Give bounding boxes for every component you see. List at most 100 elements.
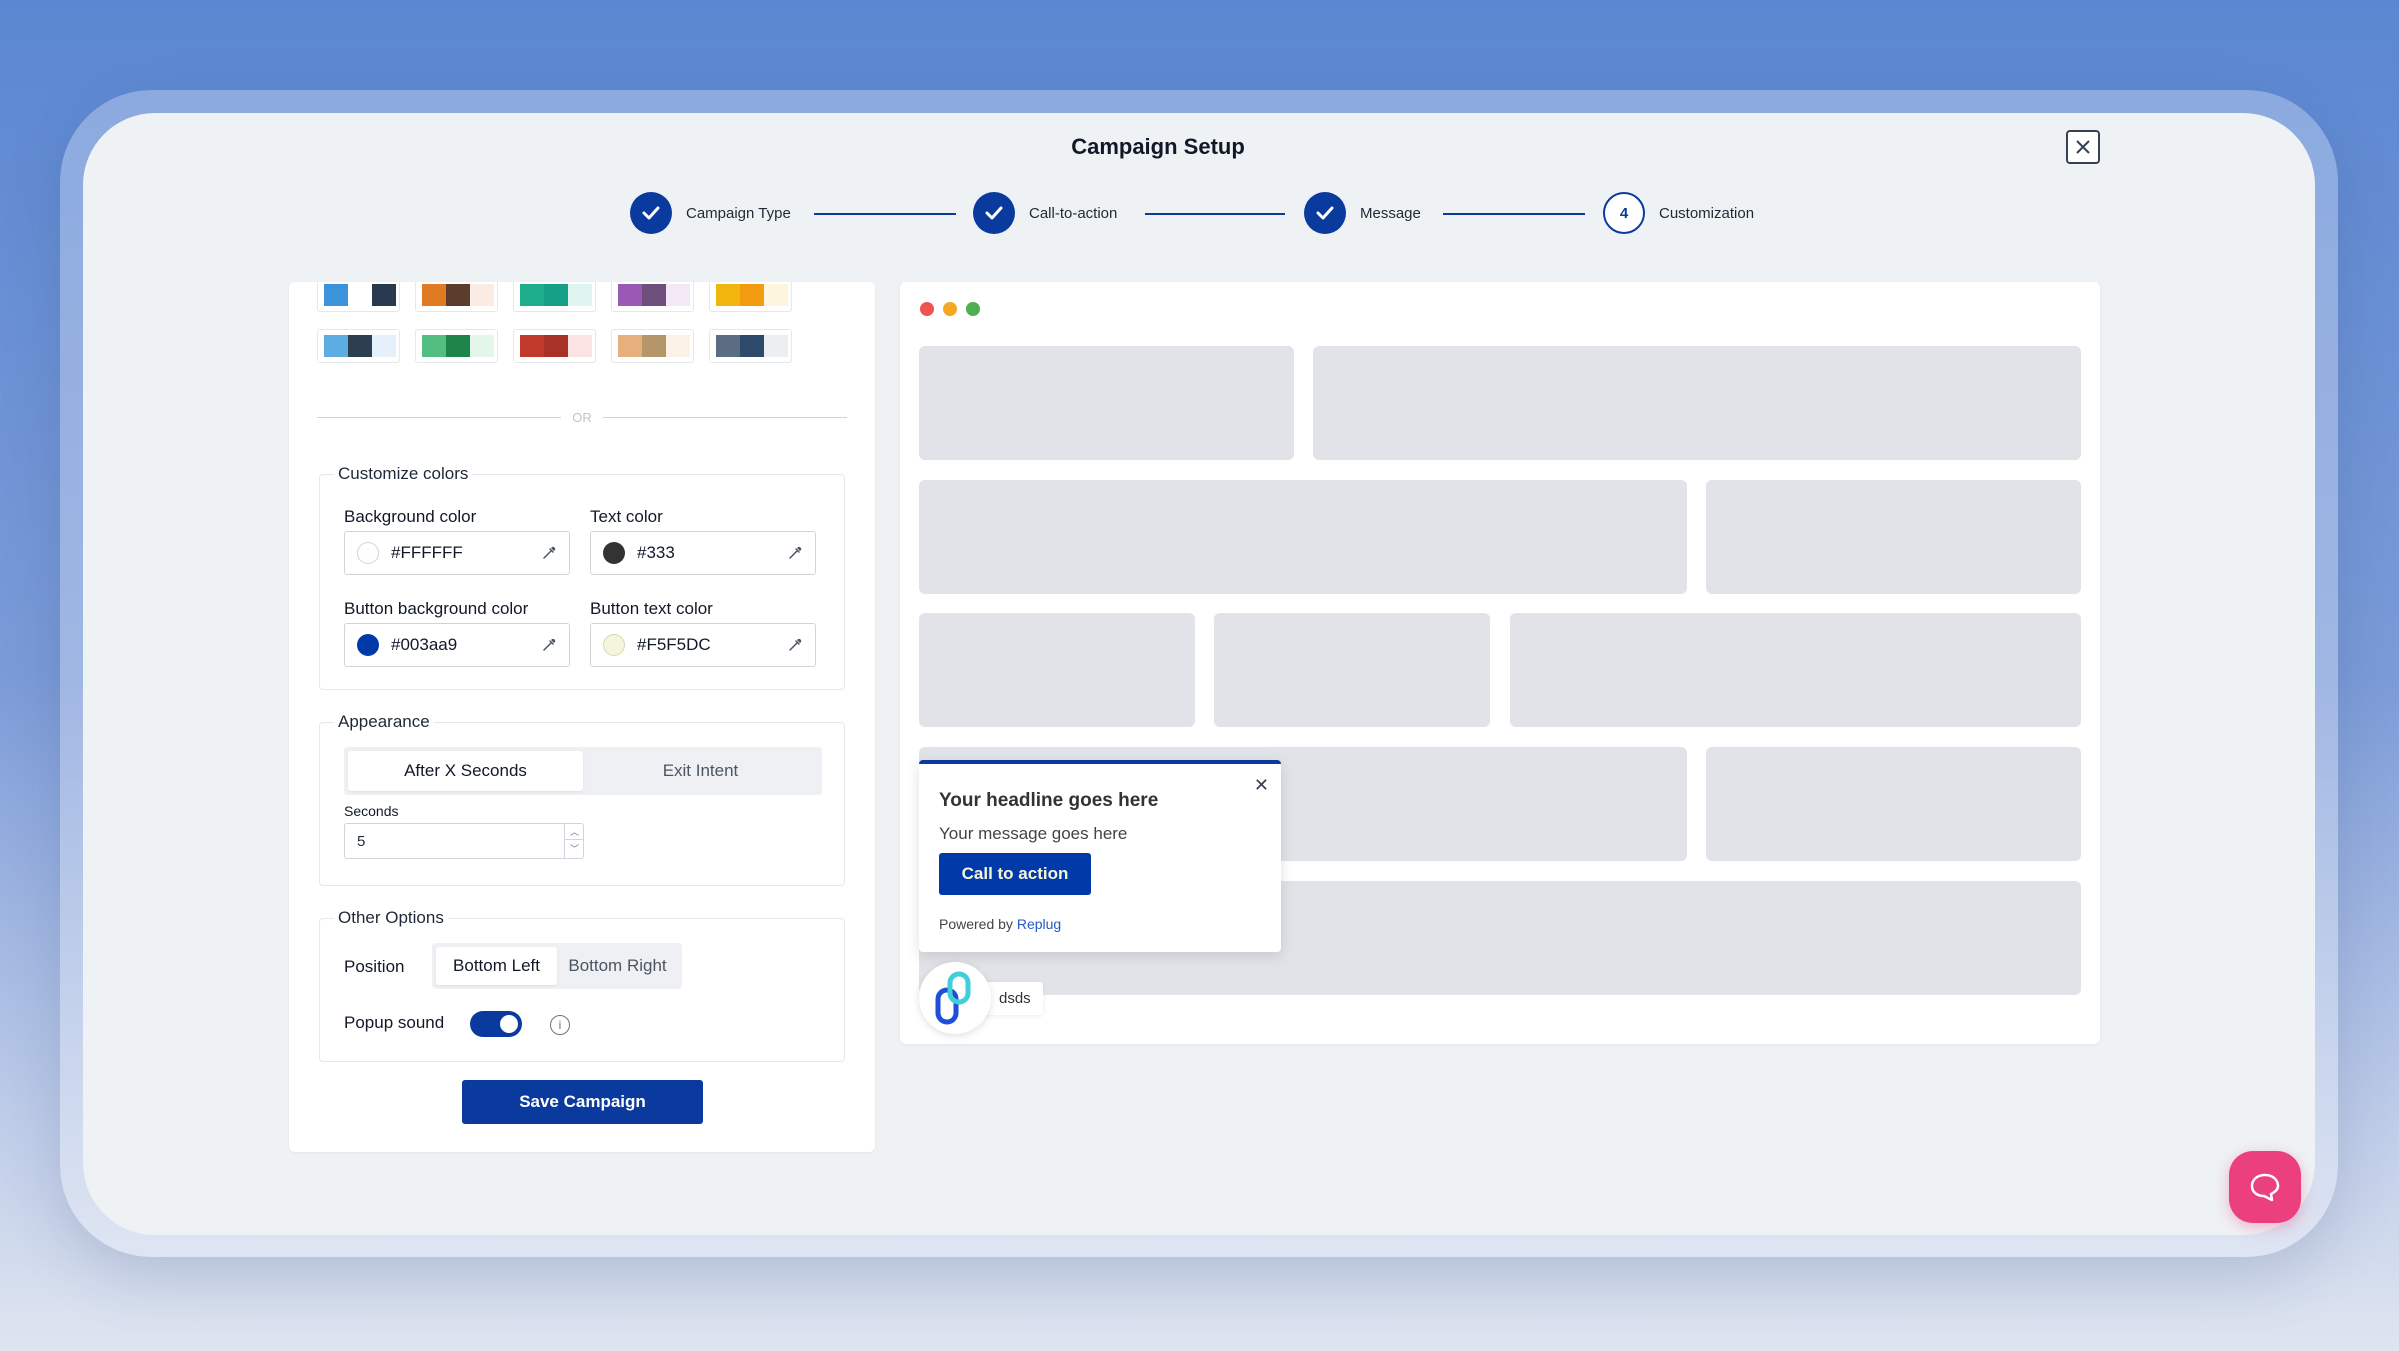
text-color-value: #333 <box>637 543 675 562</box>
placeholder-block <box>919 613 1195 727</box>
theme-swatch[interactable] <box>317 329 400 363</box>
popup-preview: ✕ Your headline goes here Your message g… <box>919 760 1281 952</box>
swatch-color <box>764 335 788 357</box>
divider-line <box>603 417 847 418</box>
theme-swatch[interactable] <box>709 329 792 363</box>
replug-logo-icon <box>935 971 971 1025</box>
position-bottom-right[interactable]: Bottom Right <box>557 947 678 985</box>
swatch-color <box>470 284 494 306</box>
swatch-color <box>348 335 372 357</box>
position-bottom-left[interactable]: Bottom Left <box>436 947 557 985</box>
tab-after-x-seconds[interactable]: After X Seconds <box>348 751 583 791</box>
tab-exit-intent[interactable]: Exit Intent <box>583 751 818 791</box>
popup-message: Your message goes here <box>939 824 1128 843</box>
theme-swatch[interactable] <box>513 282 596 312</box>
info-icon[interactable]: i <box>550 1015 570 1035</box>
seconds-input[interactable]: 5 ︿ ﹀ <box>344 823 584 859</box>
color-swatch <box>603 542 625 564</box>
chevron-up-icon[interactable]: ︿ <box>565 823 584 840</box>
swatch-color <box>642 284 666 306</box>
eyedropper-icon[interactable] <box>541 545 557 561</box>
color-swatch <box>603 634 625 656</box>
avatar-name: dsds <box>983 981 1043 1015</box>
chevron-down-icon[interactable]: ﹀ <box>565 840 584 857</box>
step-message[interactable]: Message <box>1304 192 1421 234</box>
theme-swatch[interactable] <box>415 329 498 363</box>
replug-link[interactable]: Replug <box>1017 916 1061 932</box>
step-connector <box>814 213 956 215</box>
button-background-color-value: #003aa9 <box>391 635 458 654</box>
color-swatch <box>357 634 379 656</box>
theme-row <box>317 282 792 312</box>
swatch-color <box>348 284 372 306</box>
chat-support-button[interactable] <box>2229 1151 2301 1223</box>
check-icon <box>630 192 672 234</box>
placeholder-block <box>1214 613 1490 727</box>
step-label: Message <box>1360 204 1421 222</box>
swatch-color <box>666 335 690 357</box>
background-color-value: #FFFFFF <box>391 543 463 562</box>
placeholder-block <box>1706 747 2081 861</box>
window-dot-yellow <box>943 302 957 316</box>
save-campaign-button[interactable]: Save Campaign <box>462 1080 703 1124</box>
swatch-color <box>716 335 740 357</box>
swatch-color <box>568 335 592 357</box>
avatar <box>919 962 991 1034</box>
seconds-value: 5 <box>357 832 366 850</box>
customization-panel: OR Customize colors Background color #FF… <box>289 282 875 1152</box>
swatch-color <box>568 284 592 306</box>
swatch-color <box>618 335 642 357</box>
popup-sound-label: Popup sound <box>344 1013 445 1032</box>
swatch-color <box>740 284 764 306</box>
background-color-field[interactable]: #FFFFFF <box>344 531 570 575</box>
close-icon[interactable]: ✕ <box>1254 776 1269 794</box>
close-button[interactable] <box>2066 130 2100 164</box>
position-toggle: Bottom Left Bottom Right <box>432 943 682 989</box>
button-text-color-field[interactable]: #F5F5DC <box>590 623 816 667</box>
eyedropper-icon[interactable] <box>787 545 803 561</box>
theme-swatch[interactable] <box>611 282 694 312</box>
button-text-color-value: #F5F5DC <box>637 635 711 654</box>
button-background-color-field[interactable]: #003aa9 <box>344 623 570 667</box>
chat-icon <box>2250 1173 2280 1202</box>
swatch-color <box>372 335 396 357</box>
or-divider: OR <box>317 407 847 427</box>
swatch-color <box>544 335 568 357</box>
position-label: Position <box>344 957 405 976</box>
swatch-color <box>422 284 446 306</box>
step-customization[interactable]: 4 Customization <box>1603 192 1754 234</box>
window-controls <box>920 302 980 316</box>
theme-swatch[interactable] <box>513 329 596 363</box>
placeholder-block <box>1510 613 2081 727</box>
seconds-stepper[interactable]: ︿ ﹀ <box>564 823 584 859</box>
step-call-to-action[interactable]: Call-to-action <box>973 192 1117 234</box>
theme-swatch[interactable] <box>709 282 792 312</box>
swatch-color <box>716 284 740 306</box>
eyedropper-icon[interactable] <box>787 637 803 653</box>
popup-sound-toggle[interactable] <box>470 1011 522 1037</box>
window-dot-red <box>920 302 934 316</box>
theme-row <box>317 329 792 363</box>
swatch-color <box>446 284 470 306</box>
theme-swatch[interactable] <box>415 282 498 312</box>
button-background-color-label: Button background color <box>344 599 529 618</box>
step-number: 4 <box>1603 192 1645 234</box>
step-label: Customization <box>1659 204 1755 222</box>
seconds-label: Seconds <box>344 803 399 819</box>
text-color-field[interactable]: #333 <box>590 531 816 575</box>
popup-cta-button[interactable]: Call to action <box>939 853 1091 895</box>
eyedropper-icon[interactable] <box>541 637 557 653</box>
swatch-color <box>642 335 666 357</box>
customize-colors-legend: Customize colors <box>334 464 473 484</box>
avatar-chip[interactable]: dsds <box>919 962 1043 1034</box>
close-icon <box>2076 140 2090 154</box>
step-campaign-type[interactable]: Campaign Type <box>630 192 791 234</box>
theme-swatch[interactable] <box>317 282 400 312</box>
powered-by: Powered by Replug <box>939 916 1061 932</box>
placeholder-block <box>919 346 1294 460</box>
swatch-color <box>666 284 690 306</box>
placeholder-block <box>919 480 1687 594</box>
theme-swatch[interactable] <box>611 329 694 363</box>
swatch-color <box>324 335 348 357</box>
swatch-color <box>740 335 764 357</box>
